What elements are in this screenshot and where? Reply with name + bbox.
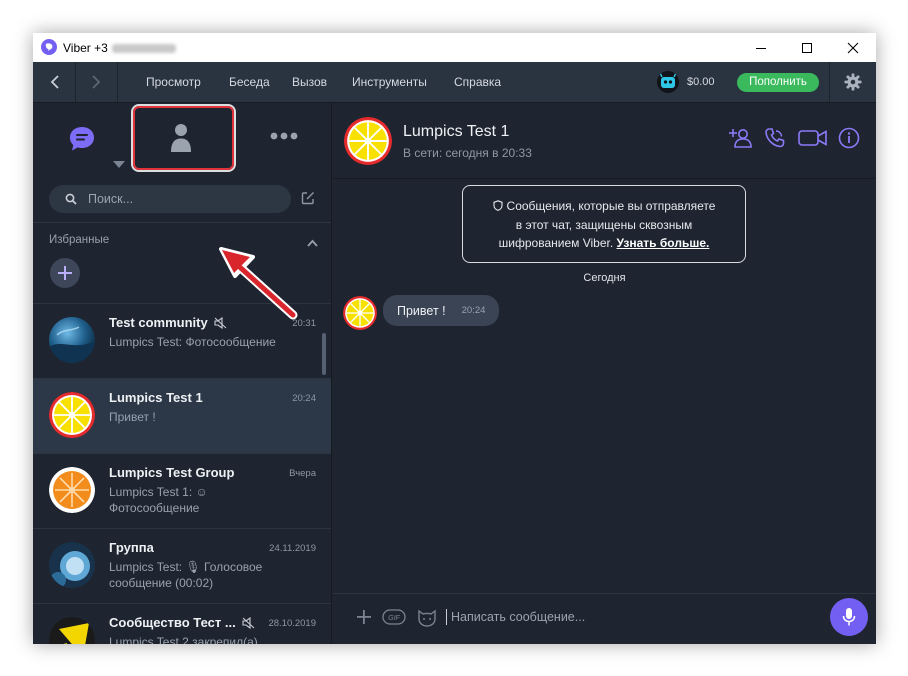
forward-button[interactable] (76, 62, 116, 102)
window-title: Viber +3 (63, 41, 176, 55)
chat-preview: Привет ! (109, 410, 156, 424)
menu-bar: Просмотр Беседа Вызов Инструменты Справк… (33, 62, 876, 103)
date-separator: Сегодня (583, 272, 626, 284)
chat-preview: Lumpics Test: 🎙 Голосовое сообщение (00:… (109, 560, 263, 590)
avatar[interactable] (343, 296, 377, 330)
add-participant-icon[interactable] (729, 127, 753, 154)
info-icon[interactable] (838, 127, 860, 154)
annotation-arrow-icon (219, 247, 298, 320)
menu-help[interactable]: Справка (454, 75, 501, 89)
search-icon (65, 193, 77, 205)
chat-bubble-icon (70, 127, 94, 151)
contacts-tab-highlight (133, 106, 234, 170)
chat-row-lumpics-test-group[interactable]: Lumpics Test Group Вчера Lumpics Test 1:… (33, 454, 331, 529)
title-bar: Viber +3 (33, 33, 876, 62)
sticker-icon[interactable] (417, 609, 437, 632)
gear-icon (844, 73, 861, 91)
sidebar: Поиск... Избранные Test community 20:31 … (33, 103, 332, 644)
compose-icon[interactable] (301, 191, 315, 210)
chat-time: 24.11.2019 (269, 543, 316, 554)
menu-call[interactable]: Вызов (292, 75, 327, 89)
conversation-panel: Lumpics Test 1 В сети: сегодня в 20:33 С… (333, 103, 876, 644)
chat-name: Сообщество Тест ... (109, 615, 256, 630)
conversation-title: Lumpics Test 1 (403, 123, 510, 140)
chat-time: 20:24 (292, 393, 316, 404)
top-up-button[interactable]: Пополнить (737, 73, 819, 92)
mute-icon (242, 617, 255, 629)
phone-icon[interactable] (764, 127, 786, 154)
svg-text:GIF: GIF (388, 615, 400, 622)
avatar (49, 542, 95, 588)
viber-window: Viber +3 Просмотр Беседа Вызов Инструмен… (33, 33, 876, 644)
learn-more-link[interactable]: Узнать больше. (617, 236, 710, 250)
chat-name: Lumpics Test 1 (109, 390, 203, 405)
chat-name: Test community (109, 315, 228, 330)
chat-name: Lumpics Test Group (109, 465, 235, 480)
back-button[interactable] (35, 62, 75, 102)
avatar[interactable] (344, 117, 392, 165)
shield-icon (492, 200, 503, 211)
close-button[interactable] (830, 33, 876, 62)
chat-time: 28.10.2019 (268, 618, 316, 629)
chat-time: Вчера (289, 468, 316, 479)
viber-logo-icon (41, 39, 57, 55)
chevron-up-icon[interactable] (307, 234, 318, 252)
chat-preview: Lumpics Test 1: ☺ Фотосообщение (109, 485, 208, 515)
chat-list: Test community 20:31 Lumpics Test: Фотос… (33, 304, 331, 644)
video-call-icon[interactable] (798, 127, 828, 154)
maximize-button[interactable] (784, 33, 830, 62)
chat-row-lumpics-test-1[interactable]: Lumpics Test 1 20:24 Привет ! (33, 379, 331, 454)
plus-icon[interactable] (356, 609, 372, 630)
voice-message-button[interactable] (830, 598, 868, 636)
online-status: В сети: сегодня в 20:33 (403, 146, 532, 160)
menu-conversation[interactable]: Беседа (229, 75, 270, 89)
avatar (49, 392, 95, 438)
message-bubble[interactable]: Привет ! 20:24 (383, 295, 500, 326)
microphone-icon (842, 608, 856, 626)
gif-icon[interactable]: GIF (382, 609, 406, 630)
chat-name: Группа (109, 540, 154, 555)
avatar (49, 317, 95, 363)
chevron-right-icon (92, 75, 101, 89)
encryption-notice: Сообщения, которые вы отправляете в этот… (462, 185, 746, 263)
chat-row-community-test[interactable]: Сообщество Тест ... 28.10.2019 Lumpics T… (33, 604, 331, 644)
search-placeholder: Поиск... (88, 192, 134, 206)
favorites-label: Избранные (49, 234, 110, 246)
menu-tools[interactable]: Инструменты (352, 75, 427, 89)
avatar (49, 617, 95, 644)
message-time: 20:24 (461, 305, 486, 316)
minimize-button[interactable] (738, 33, 784, 62)
add-favorite-button[interactable] (50, 258, 80, 288)
search-input[interactable]: Поиск... (49, 185, 291, 213)
message-text: Привет ! (397, 303, 446, 318)
chat-preview: Lumpics Test 2 закрепил(а) (109, 635, 258, 644)
tab-chats[interactable] (67, 124, 97, 154)
menu-view[interactable]: Просмотр (146, 75, 201, 89)
balance-value: $0.00 (687, 76, 715, 88)
chevron-down-icon[interactable] (113, 155, 125, 173)
tab-more[interactable] (269, 129, 299, 143)
settings-button[interactable] (829, 62, 876, 102)
chat-list-scrollbar[interactable] (322, 333, 326, 375)
chevron-left-icon (50, 75, 59, 89)
chat-preview: Lumpics Test: Фотосообщение (109, 335, 276, 349)
viber-out-icon[interactable] (657, 71, 679, 93)
message-input[interactable]: Написать сообщение... (451, 610, 585, 624)
avatar (49, 467, 95, 513)
chat-row-group[interactable]: Группа 24.11.2019 Lumpics Test: 🎙 Голосо… (33, 529, 331, 604)
plus-icon (58, 266, 72, 280)
more-dots-icon (270, 132, 298, 140)
